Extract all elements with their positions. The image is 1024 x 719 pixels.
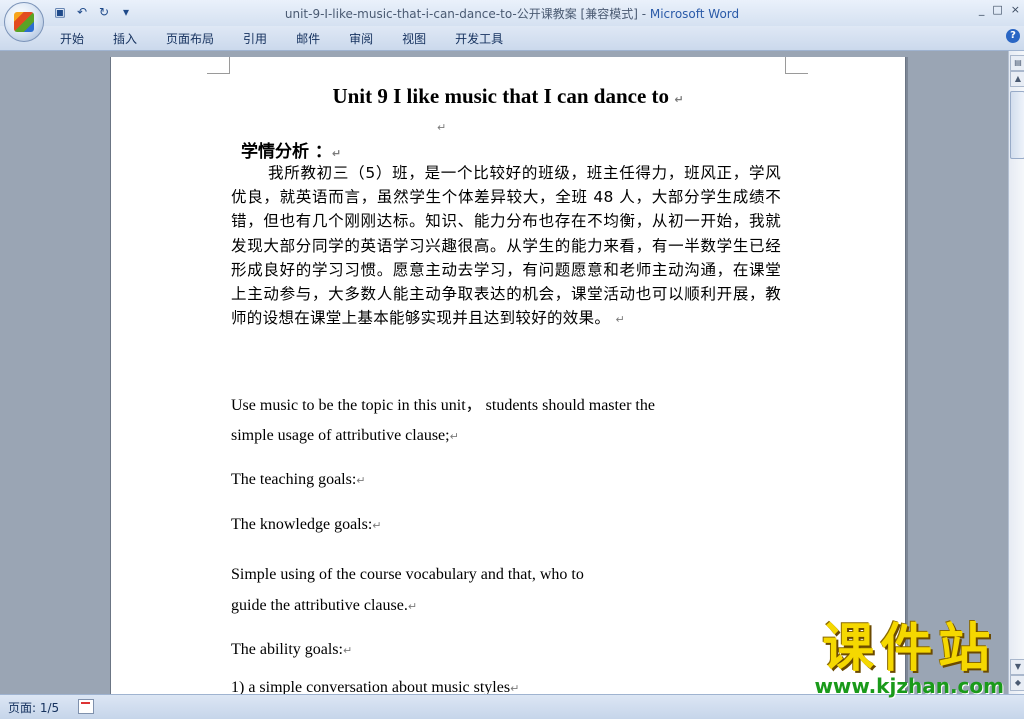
ruler-toggle-icon[interactable]: ▤ [1010, 55, 1024, 71]
paragraph-mark: ↵ [342, 644, 353, 657]
body-line: guide the attributive clause.↵ [231, 597, 417, 615]
tab-insert[interactable]: 插入 [113, 30, 137, 47]
close-icon[interactable]: × [1011, 3, 1020, 16]
office-logo-icon [14, 12, 34, 32]
tab-developer[interactable]: 开发工具 [455, 30, 503, 47]
body-line: simple usage of attributive clause;↵ [231, 427, 459, 445]
analysis-paragraph: 我所教初三（5）班，是一个比较好的班级，班主任得力，班风正，学风优良，就英语而言… [231, 161, 781, 332]
watermark-url: www.kjzhan.com [814, 674, 1004, 698]
document-title-text: Unit 9 I like music that I can dance to [332, 84, 670, 108]
scroll-down-icon[interactable]: ▼ [1010, 659, 1024, 675]
body-line-text: guide the attributive clause. [231, 597, 408, 614]
body-line-text: simple usage of attributive clause; [231, 427, 450, 444]
paragraph-mark: ↵ [449, 430, 459, 443]
document-page[interactable]: Unit 9 I like music that I can dance to … [110, 57, 906, 694]
minimize-icon[interactable]: _ [979, 3, 985, 16]
tab-view[interactable]: 视图 [402, 30, 426, 47]
body-line-text: Use music to be the topic in this unit， … [231, 397, 655, 414]
title-app: Microsoft Word [649, 7, 740, 21]
title-bar: ▣ ↶ ↻ ▾ unit-9-I-like-music-that-i-can-d… [0, 0, 1024, 42]
ribbon-tabs-bar: 开始 插入 页面布局 引用 邮件 审阅 视图 开发工具 ? [0, 26, 1024, 51]
title-doc: unit-9-I-like-music-that-i-can-dance-to-… [284, 7, 650, 21]
tab-mailings[interactable]: 邮件 [296, 30, 320, 47]
body-line: The teaching goals:↵ [231, 471, 366, 489]
paragraph-mark: ↵ [356, 474, 366, 487]
help-icon[interactable]: ? [1006, 29, 1020, 43]
window-title: unit-9-I-like-music-that-i-can-dance-to-… [0, 5, 1024, 22]
vertical-scrollbar[interactable]: ▤ ▲ ▼ ◆ [1008, 51, 1024, 694]
paragraph-mark: ↵ [437, 121, 447, 134]
scroll-up-icon[interactable]: ▲ [1010, 71, 1024, 87]
document-workspace: Unit 9 I like music that I can dance to … [0, 51, 1008, 694]
crop-mark-top-right [785, 57, 808, 74]
tab-home[interactable]: 开始 [60, 30, 84, 47]
proofing-icon[interactable] [78, 699, 94, 714]
ribbon-tabs: 开始 插入 页面布局 引用 邮件 审阅 视图 开发工具 [60, 30, 532, 47]
paragraph-mark: ↵ [674, 93, 684, 106]
body-line-text: Simple using of the course vocabulary an… [231, 566, 584, 583]
paragraph-mark: ↵ [331, 147, 342, 160]
body-line: Simple using of the course vocabulary an… [231, 566, 584, 584]
body-line-text: The teaching goals: [231, 471, 357, 488]
body-line-text: 1) a simple conversation about music sty… [231, 679, 511, 694]
paragraph-mark: ↵ [372, 519, 382, 532]
watermark: 课件站 www.kjzhan.com [814, 620, 1004, 698]
watermark-logo-text: 课件站 [822, 619, 997, 679]
body-line-text: The ability goals: [231, 641, 343, 658]
tab-page-layout[interactable]: 页面布局 [166, 30, 214, 47]
tab-review[interactable]: 审阅 [349, 30, 373, 47]
body-line: 1) a simple conversation about music sty… [231, 679, 519, 694]
document-title: Unit 9 I like music that I can dance to … [111, 84, 905, 109]
crop-mark-top-left [207, 57, 230, 74]
analysis-paragraph-text: 我所教初三（5）班，是一个比较好的班级，班主任得力，班风正，学风优良，就英语而言… [231, 164, 781, 328]
window-controls: _ □ × [979, 3, 1020, 16]
paragraph-mark: ↵ [407, 600, 418, 613]
previous-page-icon[interactable]: ◆ [1010, 675, 1024, 691]
page-indicator[interactable]: 页面: 1/5 [8, 699, 59, 716]
body-line: The knowledge goals:↵ [231, 516, 382, 534]
restore-icon[interactable]: □ [992, 3, 1002, 16]
paragraph-mark: ↵ [510, 682, 520, 694]
office-button[interactable] [4, 2, 44, 42]
tab-references[interactable]: 引用 [243, 30, 267, 47]
body-line: Use music to be the topic in this unit， … [231, 391, 655, 415]
scroll-thumb[interactable] [1010, 91, 1024, 159]
body-line: The ability goals:↵ [231, 641, 352, 659]
section-heading: 学情分析 ：↵ [241, 137, 341, 162]
body-line-text: The knowledge goals: [231, 516, 373, 533]
paragraph-mark: ↵ [615, 313, 625, 327]
section-heading-text: 学情分析 ： [241, 142, 332, 162]
